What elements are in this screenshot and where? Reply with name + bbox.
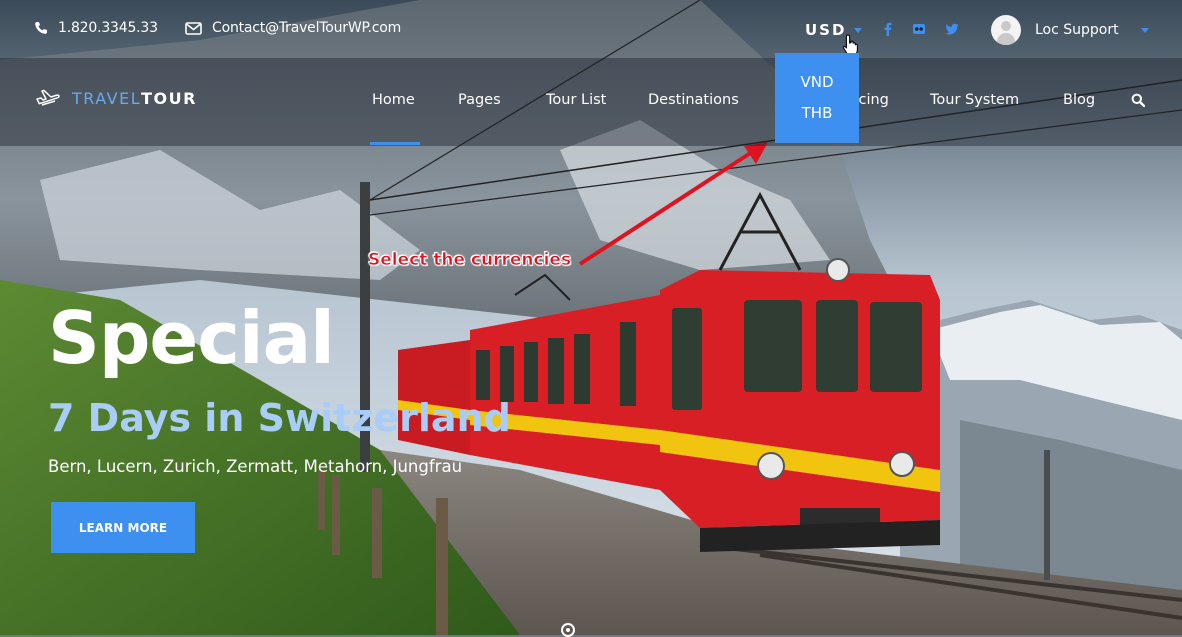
nav-tour-system[interactable]: Tour System <box>930 92 1019 108</box>
logo-text-tour: TOUR <box>141 88 197 108</box>
currency-option-thb[interactable]: THB <box>775 104 859 122</box>
avatar <box>991 15 1021 45</box>
phone-icon <box>35 22 47 34</box>
chevron-down-icon <box>854 27 863 33</box>
hero-subtitle: 7 Days in Switzerland <box>48 396 511 440</box>
logo-text-travel: TRAVEL <box>72 88 142 108</box>
nav-tour-list[interactable]: Tour List <box>546 92 606 108</box>
main-navbar: TRAVELTOUR Home Pages Tour List Destinat… <box>0 58 1182 146</box>
flickr-icon[interactable] <box>912 22 926 36</box>
search-icon[interactable] <box>1131 93 1145 107</box>
email-info[interactable]: Contact@TravelTourWP.com <box>185 20 401 36</box>
nav-active-indicator <box>370 142 420 145</box>
phone-info[interactable]: 1.820.3345.33 <box>34 20 158 36</box>
chevron-down-icon <box>1140 27 1149 33</box>
nav-home[interactable]: Home <box>372 92 415 108</box>
nav-pages[interactable]: Pages <box>458 92 501 108</box>
currency-label: USD <box>805 21 847 39</box>
currency-dropdown: VND THB <box>775 53 859 143</box>
facebook-icon[interactable] <box>881 22 895 36</box>
twitter-icon[interactable] <box>945 22 959 36</box>
email-address: Contact@TravelTourWP.com <box>212 20 402 36</box>
nav-destinations[interactable]: Destinations <box>648 92 739 108</box>
hero-title: Special <box>48 296 335 380</box>
user-name: Loc Support <box>1035 22 1119 38</box>
site-logo[interactable]: TRAVELTOUR <box>36 88 197 108</box>
user-menu[interactable]: Loc Support <box>991 15 1149 45</box>
envelope-icon <box>185 21 202 35</box>
top-bar: 1.820.3345.33 Contact@TravelTourWP.com U… <box>0 0 1182 58</box>
annotation-label: Select the currencies <box>368 250 572 271</box>
hero-places: Bern, Lucern, Zurich, Zermatt, Metahorn,… <box>48 457 463 476</box>
airplane-icon <box>36 89 60 106</box>
phone-number: 1.820.3345.33 <box>58 20 158 36</box>
learn-more-button[interactable]: LEARN MORE <box>51 502 195 553</box>
currency-option-vnd[interactable]: VND <box>775 73 859 91</box>
nav-blog[interactable]: Blog <box>1063 92 1095 108</box>
